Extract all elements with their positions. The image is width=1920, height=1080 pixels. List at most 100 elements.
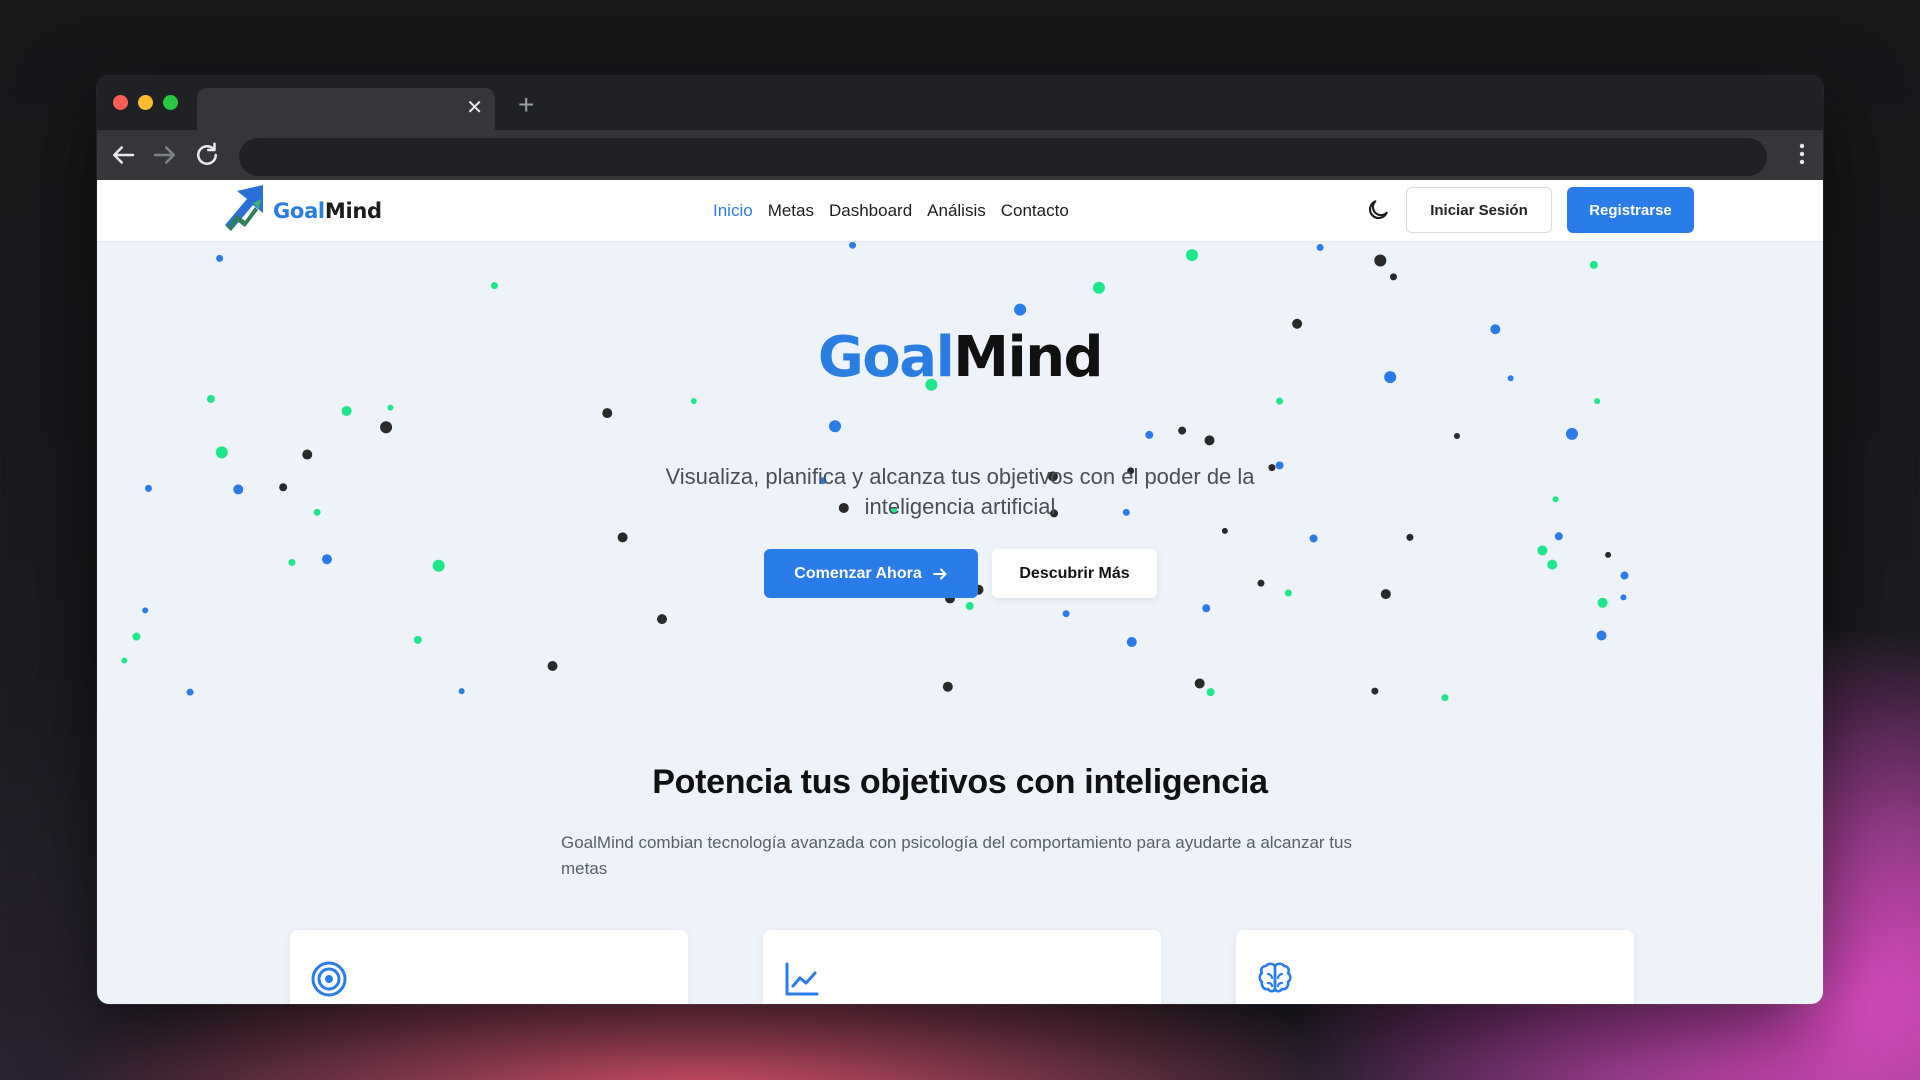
particle-dot <box>302 449 313 460</box>
particle-dot <box>142 607 149 614</box>
particle-dot <box>1309 534 1318 543</box>
particle-dot <box>1194 678 1205 689</box>
particle-dot <box>288 558 296 566</box>
reload-icon[interactable] <box>192 140 222 170</box>
particle-dot <box>432 559 445 572</box>
forward-arrow-icon[interactable] <box>150 140 180 170</box>
register-button[interactable]: Registrarse <box>1567 187 1694 233</box>
particle-dot <box>387 404 394 411</box>
nav-item-contacto[interactable]: Contacto <box>1001 199 1069 223</box>
feature-card-ai[interactable] <box>1236 930 1634 1004</box>
particle-dot <box>1202 604 1211 613</box>
logo-mind-text: Mind <box>324 199 382 223</box>
browser-menu-icon[interactable] <box>1799 143 1805 165</box>
logo-arrow-icon <box>225 185 263 231</box>
address-bar[interactable] <box>239 138 1767 176</box>
particle-dot <box>186 688 194 696</box>
particle-dot <box>657 614 668 625</box>
particle-dot <box>1406 533 1414 541</box>
particle-dot <box>1389 273 1397 281</box>
feature-card-analytics[interactable] <box>763 930 1161 1004</box>
particle-dot <box>1206 688 1215 697</box>
particle-dot <box>942 681 953 692</box>
particle-dot <box>216 254 224 262</box>
particle-dot <box>1126 637 1137 648</box>
particle-dot <box>1014 303 1027 316</box>
start-now-label: Comenzar Ahora <box>794 564 922 582</box>
particle-dot <box>279 483 288 492</box>
nav-item-analisis[interactable]: Análisis <box>927 199 986 223</box>
particle-dot <box>1620 594 1627 601</box>
particle-dot <box>965 602 974 611</box>
features-title: Potencia tus objetivos con inteligencia <box>652 763 1268 801</box>
title-bar: ✕ + <box>97 76 1823 130</box>
particle-dot <box>1589 260 1598 269</box>
dark-mode-moon-icon[interactable] <box>1365 197 1391 223</box>
particle-dot <box>341 405 352 416</box>
particle-dot <box>132 632 141 641</box>
tab-close-icon[interactable]: ✕ <box>466 97 483 119</box>
browser-tab[interactable]: ✕ <box>197 88 495 130</box>
discover-more-button[interactable]: Descubrir Más <box>992 549 1157 598</box>
nav-item-metas[interactable]: Metas <box>768 199 814 223</box>
particle-dot <box>1620 571 1629 580</box>
minimize-window-button[interactable] <box>138 95 153 110</box>
particle-dot <box>313 508 321 516</box>
line-chart-icon <box>785 962 819 996</box>
particle-dot <box>1554 532 1563 541</box>
close-window-button[interactable] <box>113 95 128 110</box>
particle-dot <box>1453 433 1460 440</box>
particle-dot <box>490 282 498 290</box>
feature-card-goals[interactable] <box>290 930 688 1004</box>
particle-dot <box>215 446 228 459</box>
particle-dot <box>121 657 128 664</box>
features-subtitle: GoalMind combian tecnología avanzada con… <box>561 833 1352 878</box>
particle-dot <box>1316 243 1324 251</box>
hero-subtitle: Visualiza, planifica y alcanza tus objet… <box>665 464 1255 519</box>
hero-title: GoalMind <box>97 325 1823 390</box>
particle-dot <box>1145 430 1154 439</box>
particle-dot <box>1371 687 1379 695</box>
particle-dot <box>380 421 393 434</box>
particle-dot <box>413 635 422 644</box>
particle-dot <box>1552 496 1559 503</box>
target-icon <box>311 961 347 997</box>
brain-icon <box>1258 962 1292 993</box>
back-arrow-icon[interactable] <box>108 140 138 170</box>
particle-dot <box>206 394 215 403</box>
web-page: GoalMind Inicio Metas Dashboard Análisis… <box>97 180 1823 1004</box>
nav-item-inicio[interactable]: Inicio <box>713 199 753 223</box>
particle-dot <box>547 661 558 672</box>
particle-dot <box>1374 254 1387 267</box>
particle-dot <box>829 420 842 433</box>
particle-dot <box>1605 551 1612 558</box>
new-tab-button[interactable]: + <box>518 90 534 120</box>
particle-dot <box>617 532 628 543</box>
logo-goal-text: Goal <box>273 199 325 223</box>
particle-dot <box>1597 597 1608 608</box>
maximize-window-button[interactable] <box>163 95 178 110</box>
browser-toolbar <box>97 130 1823 180</box>
particle-dot <box>1594 398 1601 405</box>
hero-title-goal: Goal <box>817 325 955 390</box>
particle-dot <box>1537 545 1548 556</box>
login-button[interactable]: Iniciar Sesión <box>1406 187 1552 233</box>
particle-dot <box>1565 427 1578 440</box>
browser-window: ✕ + GoalMind Inicio Metas Dashboard Anál… <box>97 76 1823 1004</box>
particle-dot <box>1276 397 1284 405</box>
particle-dot <box>1547 559 1558 570</box>
particle-dot <box>1284 589 1292 597</box>
particle-dot <box>233 484 244 495</box>
particle-dot <box>458 688 465 695</box>
particle-dot <box>1186 249 1198 262</box>
goalmind-logo[interactable]: GoalMind <box>225 184 382 238</box>
nav-item-dashboard[interactable]: Dashboard <box>829 199 912 223</box>
site-navbar: GoalMind Inicio Metas Dashboard Análisis… <box>97 180 1823 242</box>
particle-dot <box>1221 527 1228 534</box>
particle-dot <box>144 484 152 492</box>
start-now-button[interactable]: Comenzar Ahora <box>764 549 978 598</box>
particle-dot <box>849 242 857 249</box>
particle-dot <box>602 408 613 419</box>
particle-dot <box>690 398 697 405</box>
particle-dot <box>1092 281 1105 294</box>
